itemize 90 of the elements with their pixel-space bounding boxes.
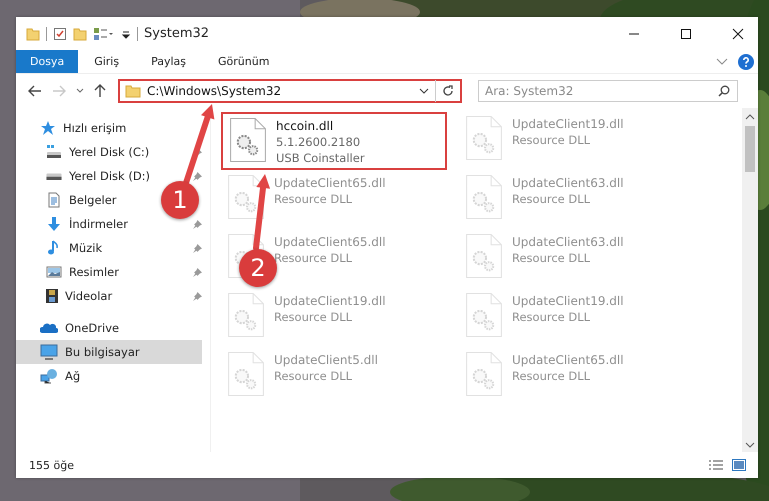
dll-file-icon (466, 293, 502, 337)
cloud-icon (40, 322, 58, 334)
dll-file-icon (466, 116, 502, 160)
maximize-icon[interactable] (680, 28, 692, 40)
back-icon[interactable] (28, 85, 42, 97)
file-name: UpdateClient19.dll (512, 116, 624, 132)
details-view-icon[interactable] (708, 459, 724, 471)
folder-icon (125, 84, 141, 98)
chevron-icon[interactable] (419, 87, 429, 95)
item-count: 155 öğe (29, 458, 74, 472)
sidebar-label: Yerel Disk (D:) (69, 169, 150, 183)
ribbon-tab[interactable]: Dosya (16, 50, 78, 73)
file-name: UpdateClient63.dll (512, 175, 624, 191)
scroll-down-icon[interactable] (745, 442, 755, 448)
file-name: UpdateClient65.dll (274, 175, 386, 191)
file-name: UpdateClient65.dll (274, 234, 386, 250)
dll-file-icon (228, 175, 264, 219)
file-item[interactable]: hccoin.dll 5.1.2600.2180 USB Coinstaller (221, 112, 447, 170)
sidebar-label: Müzik (69, 241, 102, 255)
dll-file-icon (466, 234, 502, 278)
sidebar-label: Hızlı erişim (63, 121, 126, 135)
sidebar-label: Videolar (65, 289, 112, 303)
address-path: C:\Windows\System32 (147, 84, 282, 98)
computer-icon (40, 344, 58, 360)
dll-file-icon (230, 118, 266, 162)
sidebar-label: Resimler (69, 265, 119, 279)
file-detail: Resource DLL (274, 191, 354, 207)
sidebar-item[interactable]: Resimler (16, 260, 123, 284)
ribbon-tab[interactable]: Görünüm (202, 50, 286, 73)
file-detail: Resource DLL (274, 250, 354, 266)
file-name: UpdateClient19.dll (274, 293, 386, 309)
sidebar-item[interactable]: Bu bilgisayar (16, 340, 202, 364)
sidebar-label: OneDrive (65, 321, 120, 335)
properties-icon[interactable] (53, 26, 67, 40)
sidebar-item[interactable]: Belgeler (16, 188, 121, 212)
file-name: hccoin.dll (276, 118, 334, 134)
sidebar-label: Ağ (65, 369, 80, 383)
sidebar-item[interactable]: Videolar (16, 284, 116, 308)
close-icon[interactable] (732, 28, 744, 40)
pictures-icon (46, 266, 62, 278)
sidebar-item[interactable]: Müzik (16, 236, 106, 260)
dll-file-icon (228, 352, 264, 396)
file-name: UpdateClient65.dll (512, 352, 624, 368)
file-detail: Resource DLL (512, 191, 592, 207)
file-detail: USB Coinstaller (276, 150, 365, 166)
file-detail: 5.1.2600.2180 (276, 134, 362, 150)
drive-icon (46, 172, 62, 180)
sidebar-item[interactable]: Hızlı erişim (16, 116, 130, 140)
scroll-thumb[interactable] (745, 126, 755, 172)
download-icon (46, 216, 62, 232)
drive-icon (46, 145, 62, 159)
sidebar-item[interactable]: Ağ (16, 364, 84, 388)
sidebar-label: Bu bilgisayar (65, 345, 140, 359)
sidebar-item[interactable]: OneDrive (16, 316, 124, 340)
sidebar-item[interactable]: Yerel Disk (D:) (16, 164, 154, 188)
dll-file-icon (466, 352, 502, 396)
refresh-icon[interactable] (442, 85, 454, 97)
up-icon[interactable] (94, 84, 106, 98)
sidebar-item[interactable]: Yerel Disk (C:) (16, 140, 154, 164)
search-field[interactable]: Ara: System32 (478, 80, 738, 102)
scroll-up-icon[interactable] (745, 114, 755, 120)
window-title: System32 (144, 26, 210, 41)
large-icons-view-icon[interactable] (732, 459, 746, 471)
file-detail: Resource DLL (274, 368, 354, 384)
sidebar-label: Yerel Disk (C:) (69, 145, 150, 159)
file-detail: Resource DLL (274, 309, 354, 325)
sidebar-item[interactable]: İndirmeler (16, 212, 132, 236)
search-icon (718, 85, 730, 97)
sidebar-label: Belgeler (69, 193, 117, 207)
help-icon[interactable] (738, 54, 754, 70)
file-name: UpdateClient63.dll (512, 234, 624, 250)
star-icon (40, 120, 56, 136)
document-icon (46, 192, 62, 208)
file-detail: Resource DLL (512, 250, 592, 266)
ribbon-tab[interactable]: Paylaş (135, 50, 202, 73)
file-detail: Resource DLL (512, 309, 592, 325)
file-name: UpdateClient5.dll (274, 352, 378, 368)
sidebar-label: İndirmeler (69, 217, 128, 231)
scrollbar[interactable] (742, 108, 758, 452)
film-icon (46, 289, 58, 303)
chevron-icon[interactable] (76, 88, 84, 94)
file-name: UpdateClient19.dll (512, 293, 624, 309)
view-icon[interactable] (93, 26, 115, 40)
dll-file-icon (228, 293, 264, 337)
file-detail: Resource DLL (512, 132, 592, 148)
dll-file-icon (466, 175, 502, 219)
address-bar[interactable]: C:\Windows\System32 (118, 79, 462, 103)
file-detail: Resource DLL (512, 368, 592, 384)
network-icon (40, 368, 58, 384)
ribbon-tab[interactable]: Giriş (78, 50, 136, 73)
